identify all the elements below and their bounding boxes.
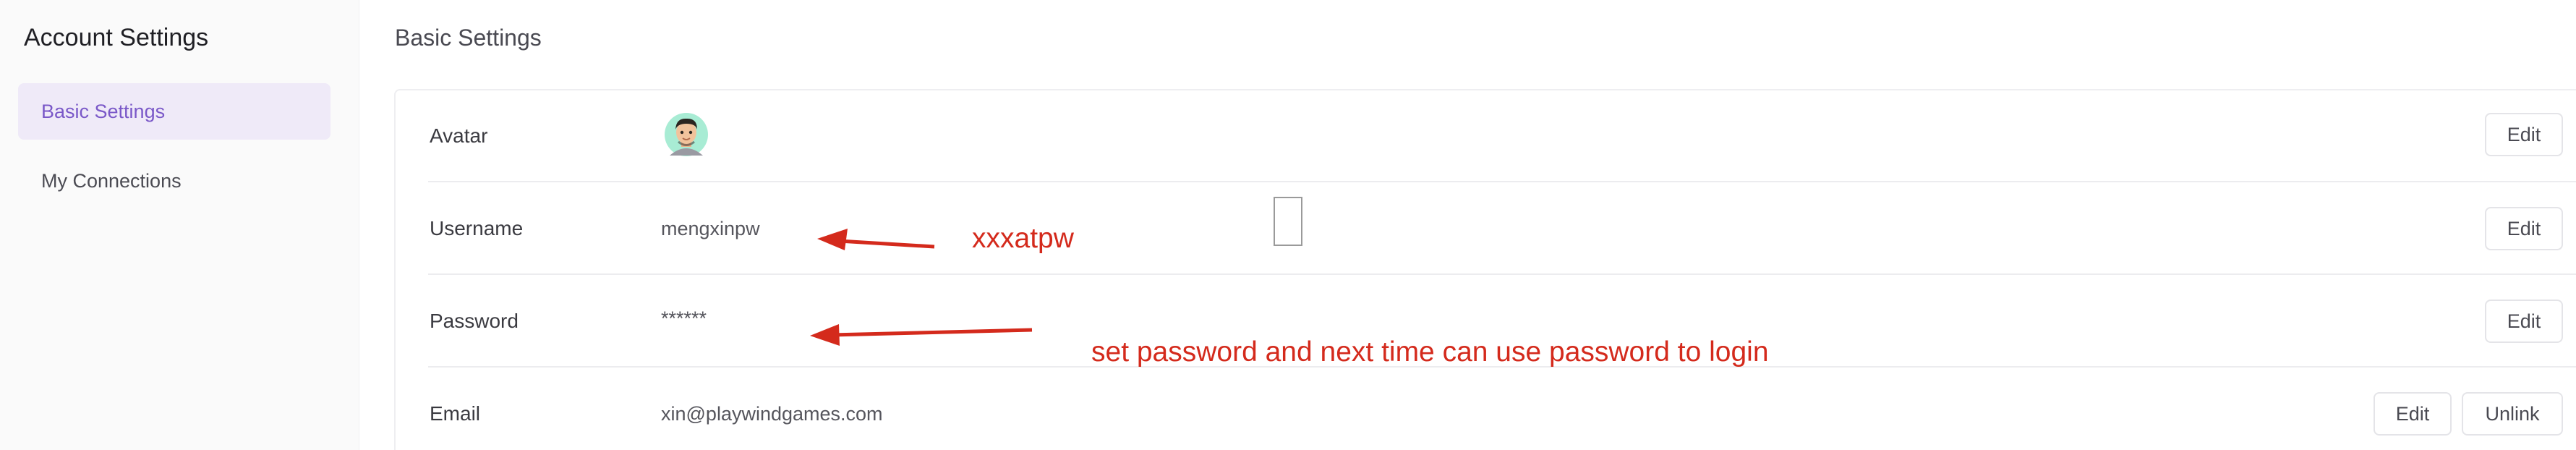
row-divider (428, 181, 2576, 182)
username-label: Username (430, 217, 524, 239)
sidebar-title: Account Settings (24, 24, 209, 51)
page-title: Basic Settings (395, 25, 542, 51)
avatar-edit-button[interactable]: Edit (2485, 113, 2563, 156)
password-label: Password (430, 310, 519, 332)
email-edit-button[interactable]: Edit (2374, 392, 2452, 436)
settings-card (394, 89, 2576, 450)
email-label: Email (430, 402, 481, 425)
avatar-label: Avatar (430, 124, 488, 147)
password-value: ****** (661, 307, 707, 329)
username-value: mengxinpw (661, 218, 760, 239)
username-edit-button[interactable]: Edit (2485, 207, 2563, 250)
memoji-avatar-icon (664, 111, 709, 158)
sidebar: Account Settings Basic Settings My Conne… (0, 0, 359, 450)
username-annotation: xxxatpw (972, 223, 1074, 254)
email-value: xin@playwindgames.com (661, 403, 883, 425)
password-annotation: set password and next time can use passw… (1091, 336, 1769, 368)
row-divider (428, 273, 2576, 275)
sidebar-item-my-connections[interactable]: My Connections (18, 153, 330, 209)
password-edit-button[interactable]: Edit (2485, 300, 2563, 343)
email-unlink-button[interactable]: Unlink (2462, 392, 2563, 436)
app-window: Account Settings Basic Settings My Conne… (0, 0, 2576, 450)
sidebar-item-basic-settings[interactable]: Basic Settings (18, 83, 330, 140)
empty-box (1274, 197, 1302, 246)
